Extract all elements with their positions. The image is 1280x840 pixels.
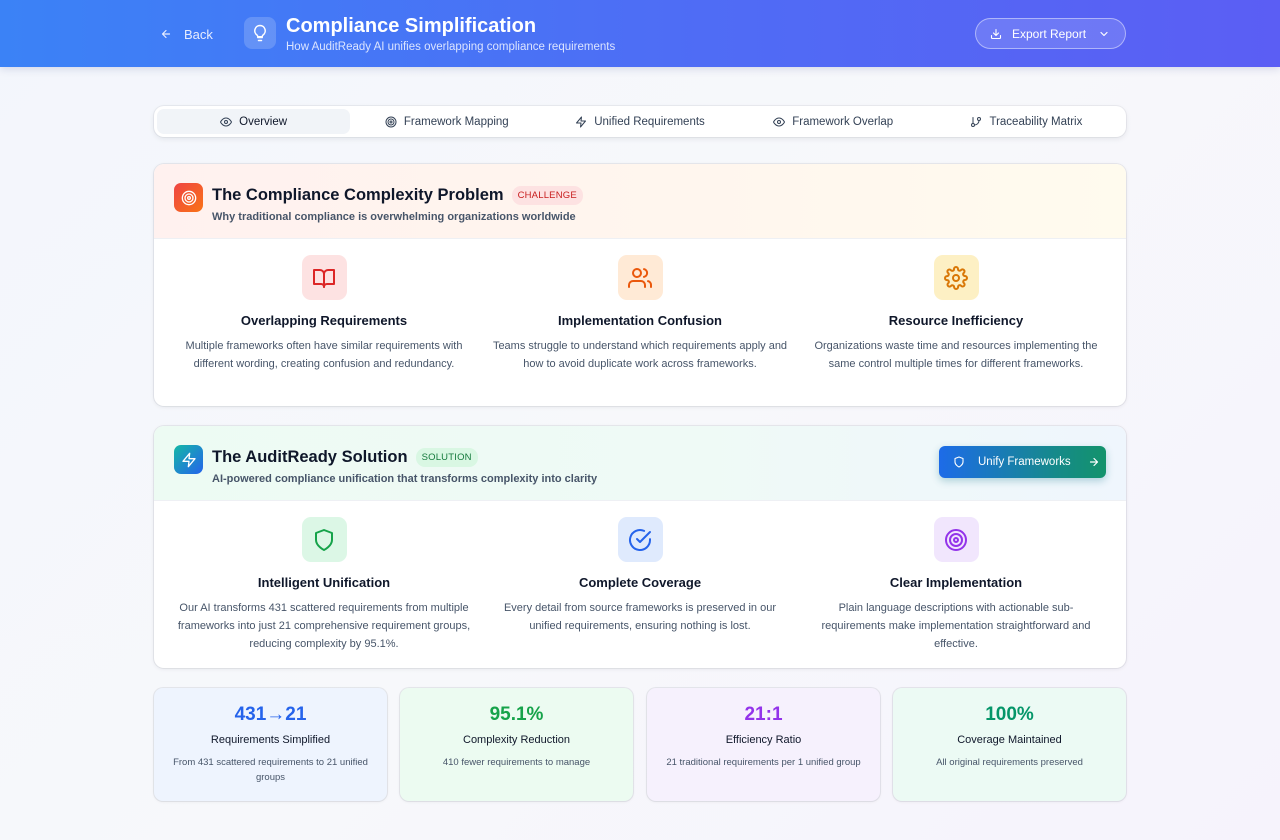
lightbulb-icon xyxy=(244,17,276,49)
users-icon xyxy=(617,255,663,300)
stat-label: Coverage Maintained xyxy=(957,734,1062,746)
feature-complete-coverage: Complete Coverage Every detail from sour… xyxy=(482,517,798,662)
stat-label: Complexity Reduction xyxy=(463,734,570,746)
tab-unified-requirements[interactable]: Unified Requirements xyxy=(543,109,736,134)
stat-label: Requirements Simplified xyxy=(210,734,331,746)
problem-subtitle: Why traditional compliance is overwhelmi… xyxy=(212,211,576,223)
book-icon xyxy=(301,255,347,300)
solution-features: Intelligent Unification Our AI transform… xyxy=(154,517,1126,662)
tab-label: Overview xyxy=(239,115,288,128)
tab-overview[interactable]: Overview xyxy=(157,109,351,134)
solution-badge: SOLUTION xyxy=(415,448,478,467)
solution-card-header: The AuditReady Solution SOLUTION AI-powe… xyxy=(154,426,1126,501)
stat-complexity-reduction: 95.1% Complexity Reduction 410 fewer req… xyxy=(400,688,633,801)
feature-description: Multiple frameworks often have similar r… xyxy=(185,340,463,370)
top-header: Back Compliance Simplification How Audit… xyxy=(0,0,1280,67)
feature-description: Our AI transforms 431 scattered requirem… xyxy=(177,602,471,650)
stat-value: 95.1% xyxy=(489,704,544,725)
tab-bar: Overview Framework Mapping Unified Requi… xyxy=(154,106,1126,137)
problem-card-header: The Compliance Complexity Problem CHALLE… xyxy=(154,164,1126,239)
arrow-right-icon xyxy=(1089,457,1098,467)
stat-value: 431→21 xyxy=(234,704,307,725)
problem-title-row: The Compliance Complexity Problem CHALLE… xyxy=(212,186,583,205)
feature-overlapping-requirements: Overlapping Requirements Multiple framew… xyxy=(166,255,482,400)
feature-description: Every detail from source frameworks is p… xyxy=(503,602,777,632)
shield-icon xyxy=(301,517,347,562)
feature-title: Complete Coverage xyxy=(578,575,702,590)
chevron-down-icon xyxy=(1100,31,1108,36)
feature-description: Teams struggle to understand which requi… xyxy=(492,340,788,370)
stat-efficiency-ratio: 21:1 Efficiency Ratio 21 traditional req… xyxy=(647,688,880,801)
solution-card: The AuditReady Solution SOLUTION AI-powe… xyxy=(154,426,1126,668)
feature-title: Intelligent Unification xyxy=(257,575,391,590)
feature-title: Resource Inefficiency xyxy=(888,313,1024,328)
page-title: Compliance Simplification xyxy=(286,15,537,37)
back-label: Back xyxy=(184,26,213,42)
gear-icon xyxy=(933,255,979,300)
tab-label: Framework Overlap xyxy=(792,115,894,128)
feature-clear-implementation: Clear Implementation Plain language desc… xyxy=(798,517,1114,662)
feature-title: Implementation Confusion xyxy=(558,313,722,328)
stat-description: From 431 scattered requirements to 21 un… xyxy=(173,757,368,783)
eye-icon xyxy=(220,117,233,126)
solution-title-row: The AuditReady Solution SOLUTION xyxy=(212,448,478,467)
tab-label: Traceability Matrix xyxy=(989,115,1083,128)
export-report-button[interactable]: Export Report xyxy=(975,18,1126,49)
feature-implementation-confusion: Implementation Confusion Teams struggle … xyxy=(482,255,798,400)
stat-label: Efficiency Ratio xyxy=(725,734,802,746)
challenge-badge: CHALLENGE xyxy=(511,186,583,205)
feature-intelligent-unification: Intelligent Unification Our AI transform… xyxy=(166,517,482,662)
target-icon xyxy=(174,183,203,212)
problem-features: Overlapping Requirements Multiple framew… xyxy=(154,255,1126,400)
page-subtitle: How AuditReady AI unifies overlapping co… xyxy=(286,41,616,53)
tab-label: Framework Mapping xyxy=(403,115,509,128)
export-label: Export Report xyxy=(1012,26,1087,41)
stat-value: 21:1 xyxy=(744,704,783,725)
stat-coverage-maintained: 100% Coverage Maintained All original re… xyxy=(893,688,1126,801)
back-button[interactable]: Back xyxy=(160,22,213,46)
eye-icon xyxy=(773,117,786,126)
solution-subtitle: AI-powered compliance unification that t… xyxy=(212,473,598,485)
shield-icon xyxy=(954,456,964,468)
target-icon xyxy=(933,517,979,562)
solution-title: The AuditReady Solution xyxy=(212,448,408,466)
stat-description: 21 traditional requirements per 1 unifie… xyxy=(666,757,861,768)
problem-title: The Compliance Complexity Problem xyxy=(212,186,504,204)
feature-title: Overlapping Requirements xyxy=(240,313,408,328)
stat-value: 100% xyxy=(985,704,1034,725)
tab-framework-overlap[interactable]: Framework Overlap xyxy=(737,109,930,134)
arrow-left-icon xyxy=(161,29,171,39)
zap-icon xyxy=(174,445,203,474)
stat-description: 410 fewer requirements to manage xyxy=(442,757,591,768)
zap-icon xyxy=(576,116,587,127)
stat-requirements-simplified: 431→21 Requirements Simplified From 431 … xyxy=(154,688,387,801)
tab-label: Unified Requirements xyxy=(594,115,705,128)
download-icon xyxy=(990,28,1002,39)
git-branch-icon xyxy=(971,116,982,127)
target-icon xyxy=(385,116,397,127)
feature-resource-inefficiency: Resource Inefficiency Organizations wast… xyxy=(798,255,1114,400)
tab-framework-mapping[interactable]: Framework Mapping xyxy=(350,109,543,134)
unify-label: Unify Frameworks xyxy=(978,456,1071,468)
check-circle-icon xyxy=(617,517,663,562)
problem-card: The Compliance Complexity Problem CHALLE… xyxy=(154,164,1126,406)
feature-title: Clear Implementation xyxy=(889,575,1023,590)
feature-description: Plain language descriptions with actiona… xyxy=(821,602,1091,650)
tab-traceability-matrix[interactable]: Traceability Matrix xyxy=(930,109,1123,134)
feature-description: Organizations waste time and resources i… xyxy=(814,340,1098,370)
stat-description: All original requirements preserved xyxy=(936,757,1083,768)
unify-frameworks-button[interactable]: Unify Frameworks xyxy=(939,446,1106,478)
